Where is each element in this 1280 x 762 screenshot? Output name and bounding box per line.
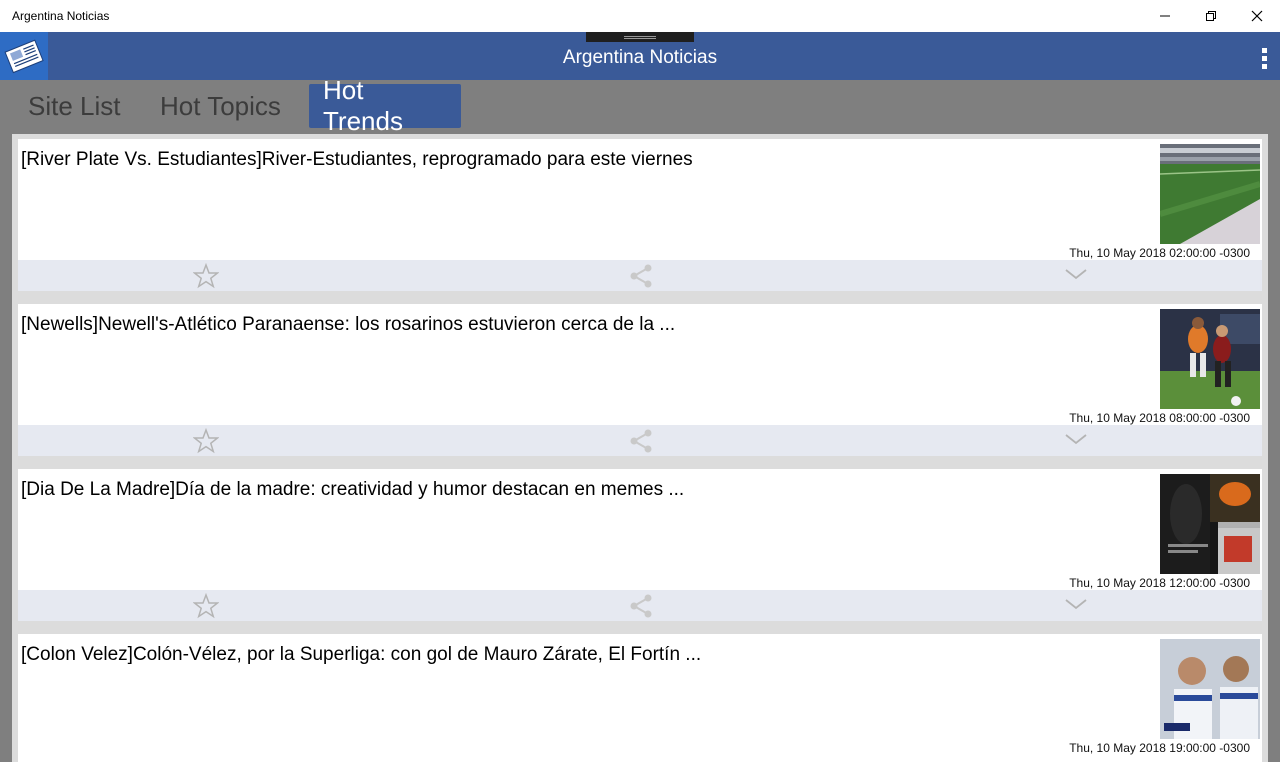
restore-button[interactable] (1188, 0, 1234, 32)
article-actions (18, 260, 1262, 291)
article-list[interactable]: [River Plate Vs. Estudiantes]River-Estud… (12, 134, 1268, 762)
article-date: Thu, 10 May 2018 02:00:00 -0300 (1069, 246, 1250, 260)
article-headline[interactable]: [Colon Velez]Colón-Vélez, por la Superli… (21, 644, 701, 666)
star-icon (192, 427, 220, 454)
window-title: Argentina Noticias (12, 9, 110, 23)
window-titlebar: Argentina Noticias (0, 0, 1280, 32)
window-drag-handle[interactable] (586, 32, 694, 42)
article-thumbnail[interactable] (1160, 144, 1260, 244)
close-button[interactable] (1234, 0, 1280, 32)
favorite-button[interactable] (192, 427, 220, 459)
article-thumbnail[interactable] (1160, 474, 1260, 574)
tab-hot-trends[interactable]: Hot Trends (309, 75, 461, 136)
tab-hot-topics[interactable]: Hot Topics (146, 84, 295, 128)
article-actions (18, 425, 1262, 456)
app-title: Argentina Noticias (562, 47, 718, 68)
minimize-button[interactable] (1142, 0, 1188, 32)
close-icon (1251, 10, 1263, 22)
star-icon (192, 262, 220, 289)
chevron-down-icon (1065, 434, 1087, 445)
article-date: Thu, 10 May 2018 19:00:00 -0300 (1069, 741, 1250, 755)
article-headline[interactable]: [River Plate Vs. Estudiantes]River-Estud… (21, 149, 693, 171)
article-date: Thu, 10 May 2018 12:00:00 -0300 (1069, 576, 1250, 590)
chevron-down-icon (1065, 599, 1087, 610)
chevron-down-icon (1065, 269, 1087, 280)
share-icon (630, 594, 652, 618)
article-thumbnail[interactable] (1160, 639, 1260, 739)
article-date: Thu, 10 May 2018 08:00:00 -0300 (1069, 411, 1250, 425)
minimize-icon (1160, 15, 1170, 17)
share-button[interactable] (628, 263, 654, 294)
app-header: Argentina Noticias (0, 32, 1280, 80)
article-headline[interactable]: [Newells]Newell's-Atlético Paranaense: l… (21, 314, 675, 336)
article-thumbnail[interactable] (1160, 309, 1260, 409)
article-headline[interactable]: [Dia De La Madre]Día de la madre: creati… (21, 479, 684, 501)
more-menu-button[interactable] (1256, 44, 1272, 70)
favorite-button[interactable] (192, 592, 220, 624)
article-card[interactable]: [Dia De La Madre]Día de la madre: creati… (18, 469, 1262, 621)
tab-site-list[interactable]: Site List (14, 84, 135, 128)
share-icon (630, 264, 652, 288)
expand-button[interactable] (1064, 431, 1088, 452)
share-button[interactable] (628, 593, 654, 624)
expand-button[interactable] (1064, 596, 1088, 617)
favorite-button[interactable] (192, 262, 220, 294)
star-icon (192, 592, 220, 619)
article-card[interactable]: [River Plate Vs. Estudiantes]River-Estud… (18, 139, 1262, 291)
more-vertical-icon (1262, 48, 1267, 53)
share-button[interactable] (628, 428, 654, 459)
article-actions (18, 590, 1262, 621)
article-card[interactable]: [Newells]Newell's-Atlético Paranaense: l… (18, 304, 1262, 456)
share-icon (630, 429, 652, 453)
restore-icon (1206, 11, 1216, 21)
expand-button[interactable] (1064, 266, 1088, 287)
article-card[interactable]: [Colon Velez]Colón-Vélez, por la Superli… (18, 634, 1262, 762)
